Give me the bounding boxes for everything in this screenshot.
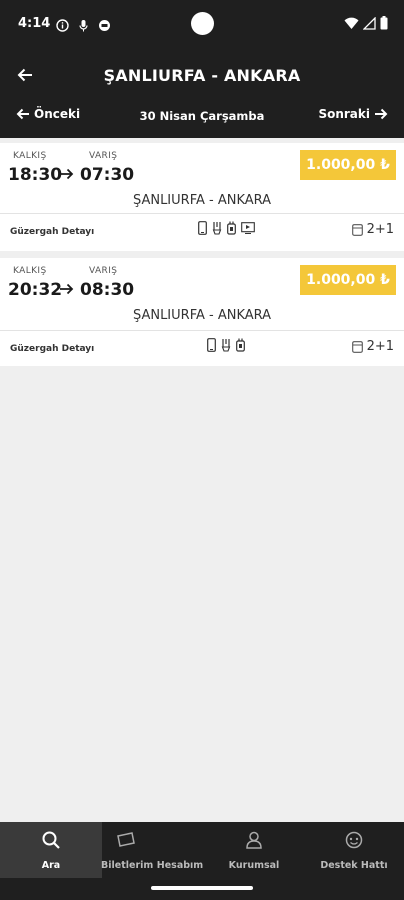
seat-icon — [351, 340, 363, 353]
nav-item-ara[interactable]: Ara — [0, 822, 102, 878]
seat-layout-value: 2+1 — [366, 222, 394, 237]
usb-charge-icon — [221, 339, 231, 352]
departure-label: KALKIŞ — [13, 266, 47, 276]
nav-item-destek-hatti[interactable]: Destek Hattı — [304, 822, 404, 878]
route-name: ŞANLIURFA - ANKARA — [132, 193, 272, 208]
camera-cutout — [191, 12, 214, 35]
status-system-icons — [344, 16, 388, 30]
next-day-button[interactable]: Sonraki — [318, 107, 388, 121]
usb-charge-icon — [212, 222, 222, 235]
nav-label: Destek Hattı — [320, 860, 388, 871]
tv-icon — [241, 222, 255, 234]
status-bar: 4:14 — [0, 0, 404, 48]
departure-time: 20:32 — [8, 280, 63, 300]
seat-layout: 2+1 — [351, 339, 394, 354]
trip-card[interactable]: KALKIŞ VARIŞ 18:30 07:30 1.000,00 ₺ ŞANL… — [0, 143, 404, 251]
departure-label: KALKIŞ — [13, 151, 47, 161]
battery-icon — [380, 16, 388, 30]
status-time: 4:14 — [18, 16, 51, 31]
signal-icon — [363, 16, 376, 30]
bottom-navigation: Ara Biletlerim Hesabım Kurumsal Destek H… — [0, 822, 404, 900]
nav-label: Hesabım — [156, 860, 204, 871]
nav-item-hesabim[interactable]: Hesabım — [154, 822, 206, 878]
arrow-right-icon — [375, 108, 388, 120]
support-icon — [345, 831, 363, 849]
home-indicator[interactable] — [151, 886, 253, 890]
route-detail-link[interactable]: Güzergah Detayı — [10, 344, 94, 354]
arrow-right-icon — [60, 283, 74, 295]
date-navigation: Önceki 30 Nisan Çarşamba Sonraki — [0, 102, 404, 130]
arrival-time: 07:30 — [80, 165, 135, 185]
seat-icon — [351, 223, 363, 236]
nav-item-kurumsal[interactable]: Kurumsal — [208, 822, 300, 878]
page-title: ŞANLIURFA - ANKARA — [103, 66, 301, 85]
nav-label: Biletlerim — [101, 860, 154, 871]
price-badge[interactable]: 1.000,00 ₺ — [300, 265, 396, 295]
phone-icon — [198, 221, 207, 235]
nav-item-biletlerim[interactable]: Biletlerim — [101, 822, 154, 878]
top-bar: 4:14 ŞANLIURFA - ANKARA Önceki 30 Nisan … — [0, 0, 404, 138]
trip-card[interactable]: KALKIŞ VARIŞ 20:32 08:30 1.000,00 ₺ ŞANL… — [0, 258, 404, 366]
ticket-icon — [117, 832, 135, 847]
departure-time: 18:30 — [8, 165, 63, 185]
route-detail-link[interactable]: Güzergah Detayı — [10, 227, 94, 237]
price-badge[interactable]: 1.000,00 ₺ — [300, 150, 396, 180]
mic-icon — [77, 17, 90, 32]
arrival-label: VARIŞ — [89, 266, 118, 276]
next-day-label: Sonraki — [318, 107, 370, 121]
app-header: ŞANLIURFA - ANKARA — [0, 56, 404, 96]
app-notification-icon — [98, 17, 111, 31]
divider — [0, 213, 404, 214]
search-icon — [42, 831, 60, 849]
arrival-label: VARIŞ — [89, 151, 118, 161]
seat-layout: 2+1 — [351, 222, 394, 237]
route-name: ŞANLIURFA - ANKARA — [132, 308, 272, 323]
arrival-time: 08:30 — [80, 280, 135, 300]
user-icon — [246, 831, 262, 849]
amenity-icons — [207, 338, 245, 352]
status-notification-icons — [56, 17, 111, 32]
socket-icon — [236, 338, 245, 352]
amenity-icons — [198, 221, 255, 235]
divider — [0, 330, 404, 331]
info-icon — [56, 17, 69, 32]
seat-layout-value: 2+1 — [366, 339, 394, 354]
wifi-icon — [344, 17, 359, 29]
arrow-right-icon — [60, 168, 74, 180]
nav-label: Ara — [41, 860, 61, 871]
nav-label: Kurumsal — [228, 860, 280, 871]
socket-icon — [227, 221, 236, 235]
phone-icon — [207, 338, 216, 352]
